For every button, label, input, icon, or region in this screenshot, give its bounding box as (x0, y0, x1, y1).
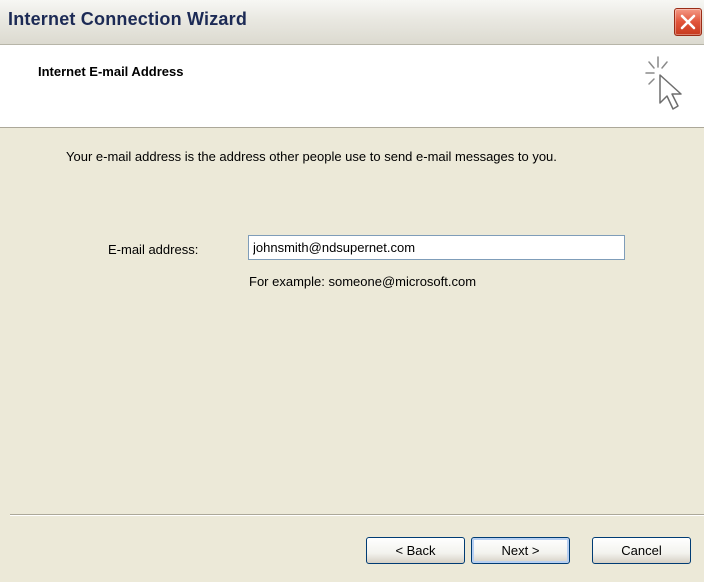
title-bar[interactable]: Internet Connection Wizard (0, 0, 704, 45)
wizard-cursor-icon (645, 56, 682, 110)
email-label: E-mail address: (108, 242, 199, 257)
back-button[interactable]: < Back (366, 537, 465, 564)
wizard-window: Internet Connection Wizard Internet E-ma… (0, 0, 704, 582)
email-field[interactable] (248, 235, 625, 260)
close-icon (680, 14, 696, 30)
next-button[interactable]: Next > (471, 537, 570, 564)
description-text: Your e-mail address is the address other… (66, 149, 557, 164)
footer-divider (10, 514, 704, 516)
wizard-body: Your e-mail address is the address other… (0, 128, 704, 510)
example-hint: For example: someone@microsoft.com (249, 274, 477, 289)
window-title: Internet Connection Wizard (8, 9, 248, 29)
page-title: Internet E-mail Address (38, 64, 184, 79)
close-button[interactable] (674, 8, 702, 36)
cancel-button[interactable]: Cancel (592, 537, 691, 564)
wizard-header: Internet E-mail Address (0, 45, 704, 128)
